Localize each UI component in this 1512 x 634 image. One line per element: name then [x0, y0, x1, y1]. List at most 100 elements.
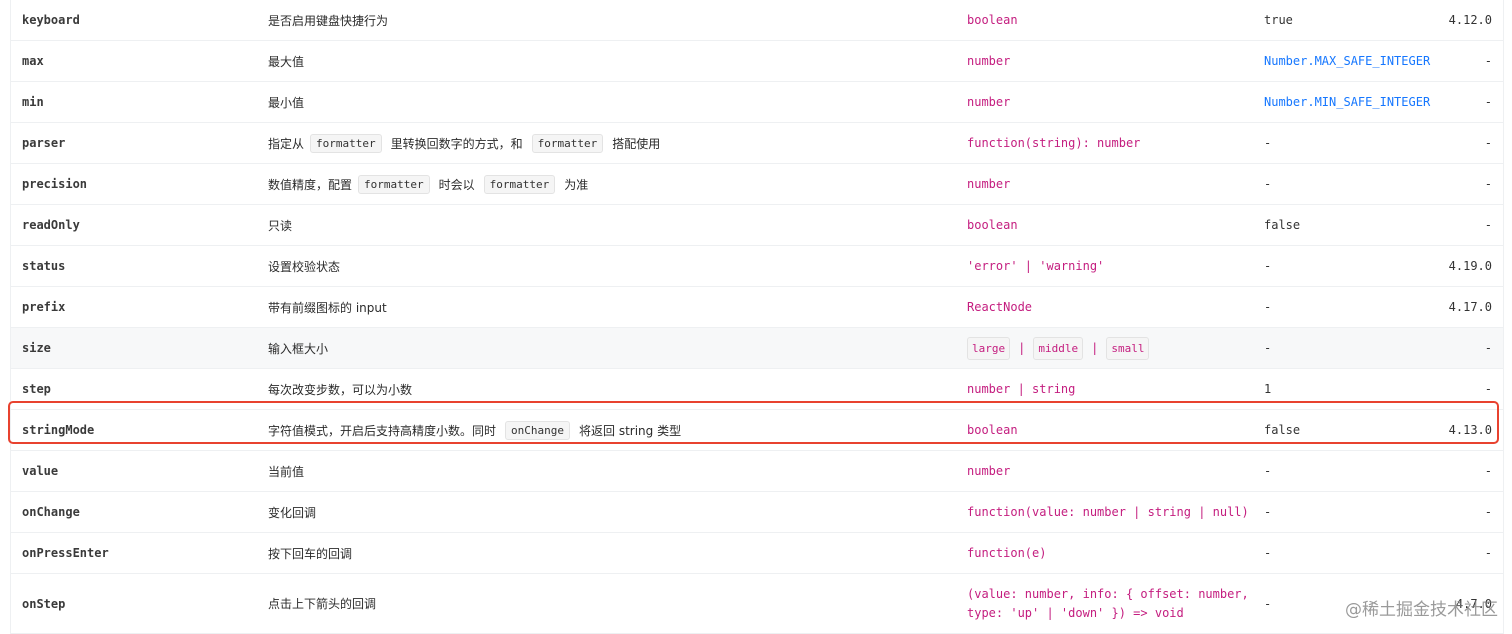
table-row: parser 指定从 formatter 里转换回数字的方式，和 formatt…: [11, 123, 1503, 164]
prop-type: function(e): [967, 545, 1047, 560]
table-row: max 最大值 number Number.MAX_SAFE_INTEGER -: [11, 41, 1503, 82]
prop-type: boolean: [967, 422, 1018, 437]
prop-type: number: [967, 53, 1011, 68]
prop-name: max: [22, 54, 44, 68]
prop-default: false: [1264, 423, 1301, 437]
prop-description: 只读: [268, 218, 293, 233]
prop-default: -: [1264, 300, 1272, 314]
prop-type: 'error' | 'warning': [967, 258, 1105, 273]
table-row: onStep 点击上下箭头的回调 (value: number, info: {…: [11, 574, 1503, 634]
prop-default: -: [1264, 177, 1272, 191]
prop-name: prefix: [22, 300, 66, 314]
prop-type: number: [967, 463, 1011, 478]
prop-type: large | middle | small: [967, 328, 1150, 368]
desc-text: 指定从: [268, 136, 305, 151]
prop-description: 输入框大小: [268, 341, 329, 356]
prop-name: onStep: [22, 596, 66, 611]
prop-default: -: [1264, 136, 1272, 150]
prop-default: -: [1264, 259, 1272, 273]
prop-type: boolean: [967, 12, 1018, 27]
prop-type: boolean: [967, 217, 1018, 232]
table-row: readOnly 只读 boolean false -: [11, 205, 1503, 246]
type-separator: |: [1091, 340, 1099, 355]
prop-default-link[interactable]: Number.MIN_SAFE_INTEGER: [1264, 82, 1430, 122]
table-row: min 最小值 number Number.MIN_SAFE_INTEGER -: [11, 82, 1503, 123]
prop-name: step: [22, 382, 51, 396]
prop-version: -: [1484, 382, 1492, 396]
prop-type: number | string: [967, 381, 1076, 396]
table-row: onChange 变化回调 function(value: number | s…: [11, 492, 1503, 533]
prop-description: 是否启用键盘快捷行为: [268, 13, 389, 28]
desc-text: 为准: [564, 177, 589, 192]
inline-code: formatter: [358, 174, 430, 194]
prop-description: 最大值: [268, 54, 305, 69]
prop-description: 设置校验状态: [268, 259, 341, 274]
desc-text: 将返回 string 类型: [579, 423, 682, 438]
prop-name: onPressEnter: [22, 546, 109, 560]
table-row: step 每次改变步数，可以为小数 number | string 1 -: [11, 369, 1503, 410]
prop-name: value: [22, 464, 59, 478]
prop-default: -: [1264, 341, 1272, 355]
prop-default: -: [1264, 596, 1272, 611]
prop-name: onChange: [22, 505, 80, 519]
prop-default: -: [1264, 546, 1272, 560]
inline-code: formatter: [483, 174, 556, 194]
prop-type: function(string): number: [967, 135, 1141, 150]
table-row: keyboard 是否启用键盘快捷行为 boolean true 4.12.0: [11, 0, 1503, 41]
prop-version: -: [1484, 54, 1492, 68]
prop-default-link[interactable]: Number.MAX_SAFE_INTEGER: [1264, 41, 1430, 81]
table-row: stringMode 字符值模式，开启后支持高精度小数。同时 onChange …: [11, 410, 1503, 451]
prop-version: -: [1484, 546, 1492, 560]
prop-version: -: [1484, 218, 1492, 232]
prop-description: 点击上下箭头的回调: [268, 597, 377, 611]
prop-description: 每次改变步数，可以为小数: [268, 382, 413, 397]
prop-version: -: [1484, 177, 1492, 191]
prop-description: 当前值: [268, 464, 305, 479]
table-row: onPressEnter 按下回车的回调 function(e) - -: [11, 533, 1503, 574]
prop-type: function(value: number | string | null): [967, 504, 1249, 519]
prop-default: false: [1264, 218, 1301, 232]
prop-type: ReactNode: [967, 299, 1033, 314]
prop-version: -: [1484, 95, 1492, 109]
prop-default: true: [1264, 13, 1293, 27]
prop-default: 1: [1264, 382, 1272, 396]
prop-version: 4.17.0: [1448, 300, 1492, 314]
prop-description: 变化回调: [268, 505, 317, 520]
prop-name: stringMode: [22, 423, 95, 437]
type-separator: |: [1018, 340, 1026, 355]
prop-default: -: [1264, 464, 1272, 478]
table-row: size 输入框大小 large | middle | small - -: [11, 328, 1503, 369]
prop-name: min: [22, 95, 44, 109]
type-line: (value: number, info: { offset: number,: [967, 587, 1249, 601]
prop-description: 最小值: [268, 95, 305, 110]
prop-name: keyboard: [22, 13, 80, 27]
prop-name: precision: [22, 177, 88, 191]
watermark: @稀土掘金技术社区: [1345, 600, 1498, 620]
prop-description: 数值精度，配置 formatter 时会以 formatter 为准: [268, 164, 588, 204]
prop-name: parser: [22, 136, 66, 150]
prop-version: -: [1484, 136, 1492, 150]
prop-version: 4.13.0: [1448, 423, 1492, 437]
prop-name: readOnly: [22, 218, 80, 232]
inline-code: onChange: [505, 420, 570, 440]
desc-text: 时会以: [438, 177, 475, 192]
prop-name: size: [22, 341, 51, 355]
prop-description: 指定从 formatter 里转换回数字的方式，和 formatter 搭配使用: [268, 123, 660, 163]
desc-text: 里转换回数字的方式，和: [390, 136, 523, 151]
prop-version: 4.19.0: [1448, 259, 1492, 273]
prop-description: 带有前缀图标的 input: [268, 300, 387, 315]
type-tag: large: [967, 336, 1011, 360]
api-props-table: keyboard 是否启用键盘快捷行为 boolean true 4.12.0 …: [10, 0, 1504, 634]
type-line: type: 'up' | 'down' }) => void: [967, 606, 1184, 620]
prop-description: 字符值模式，开启后支持高精度小数。同时 onChange 将返回 string …: [268, 410, 681, 450]
type-tag: middle: [1033, 336, 1084, 360]
desc-text: 搭配使用: [612, 136, 661, 151]
type-tag: small: [1106, 336, 1150, 360]
desc-text: 字符值模式，开启后支持高精度小数。同时: [268, 423, 497, 438]
prop-name: status: [22, 259, 66, 273]
prop-version: 4.12.0: [1448, 13, 1492, 27]
prop-version: -: [1484, 341, 1492, 355]
table-row: prefix 带有前缀图标的 input ReactNode - 4.17.0: [11, 287, 1503, 328]
prop-type: number: [967, 94, 1011, 109]
inline-code: formatter: [531, 133, 604, 153]
